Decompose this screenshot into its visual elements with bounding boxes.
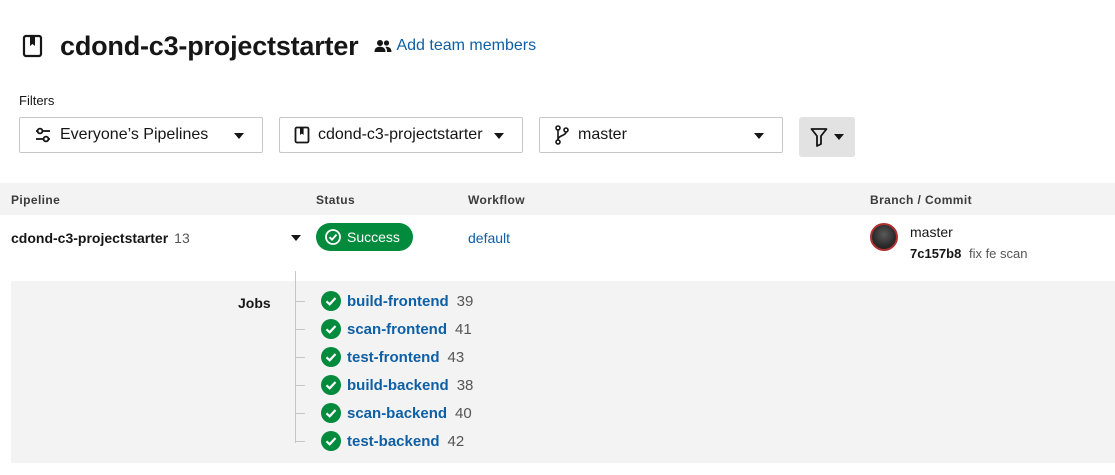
job-item: build-backend 38	[295, 374, 473, 396]
status-badge[interactable]: Success	[316, 223, 413, 251]
pipeline-number: 13	[174, 230, 190, 246]
branch-filter-value: master	[578, 126, 627, 143]
pipelines-filter-value: Everyone’s Pipelines	[60, 126, 209, 143]
column-header-workflow: Workflow	[468, 193, 525, 207]
chevron-down-icon	[754, 133, 764, 139]
chevron-down-icon	[234, 133, 244, 139]
project-icon	[22, 34, 44, 58]
job-number: 42	[447, 432, 465, 450]
check-circle-icon	[321, 403, 341, 423]
check-circle-icon	[321, 347, 341, 367]
tree-connector	[295, 356, 305, 358]
tree-connector	[295, 384, 305, 386]
project-icon	[294, 126, 310, 144]
people-icon	[374, 40, 392, 52]
page-header: cdond-c3-projectstarter Add team members	[22, 28, 536, 64]
job-item: test-backend 42	[295, 430, 464, 452]
job-item: build-frontend 39	[295, 290, 473, 312]
add-team-members-label: Add team members	[396, 37, 537, 54]
tree-connector	[295, 300, 305, 302]
job-name-link[interactable]: build-backend	[347, 377, 449, 394]
job-name-link[interactable]: scan-backend	[347, 405, 447, 422]
tree-connector	[295, 412, 305, 414]
pipeline-name-text: cdond-c3-projectstarter	[11, 230, 169, 246]
tree-connector	[295, 328, 305, 330]
add-team-members-link[interactable]: Add team members	[374, 37, 536, 55]
project-filter-value: cdond-c3-projectstarter	[318, 126, 483, 143]
pipelines-filter-dropdown[interactable]: Everyone’s Pipelines	[19, 117, 263, 153]
commit-hash[interactable]: 7c157b8	[910, 246, 961, 261]
job-number: 38	[456, 376, 474, 394]
job-number: 40	[455, 404, 472, 422]
page-title: cdond-c3-projectstarter	[60, 30, 359, 61]
job-name-link[interactable]: test-frontend	[347, 349, 440, 366]
commit-info: 7c157b8 fix fe scan	[910, 246, 1027, 261]
table-header: Pipeline Status Workflow Branch / Commit	[0, 183, 1115, 215]
job-name-link[interactable]: test-backend	[347, 433, 440, 450]
workflow-link[interactable]: default	[468, 230, 510, 246]
pipeline-row: cdond-c3-projectstarter 13 Success defaul…	[0, 215, 1115, 281]
job-item: test-frontend 43	[295, 346, 464, 368]
jobs-panel: Jobs build-frontend 39 scan-frontend 41 test…	[11, 271, 1115, 463]
branch-filter-dropdown[interactable]: master	[539, 117, 783, 153]
check-circle-icon	[321, 375, 341, 395]
branch-icon	[554, 125, 570, 145]
branch-name: master	[910, 224, 953, 240]
commit-message: fix fe scan	[968, 246, 1028, 261]
tree-connector	[295, 440, 305, 442]
project-filter-dropdown[interactable]: cdond-c3-projectstarter	[279, 117, 523, 153]
settings-sliders-icon	[34, 126, 52, 144]
job-name-link[interactable]: build-frontend	[347, 293, 449, 310]
advanced-filter-button[interactable]	[799, 117, 855, 157]
job-number: 43	[447, 348, 465, 366]
column-header-branch-commit: Branch / Commit	[870, 193, 973, 207]
job-item: scan-frontend 41	[295, 318, 472, 340]
check-circle-icon	[325, 229, 341, 245]
pipeline-name[interactable]: cdond-c3-projectstarter 13	[11, 230, 190, 246]
job-number: 41	[455, 320, 472, 338]
status-text: Success	[347, 229, 400, 245]
funnel-icon	[810, 128, 828, 147]
chevron-down-icon	[494, 133, 504, 139]
job-name-link[interactable]: scan-frontend	[347, 321, 447, 338]
job-number: 39	[456, 292, 474, 310]
jobs-label: Jobs	[238, 295, 271, 311]
column-header-status: Status	[316, 193, 356, 207]
check-circle-icon	[321, 291, 341, 311]
job-item: scan-backend 40	[295, 402, 472, 424]
column-header-pipeline: Pipeline	[11, 193, 61, 207]
avatar	[870, 223, 898, 251]
expand-chevron-icon[interactable]	[291, 235, 301, 241]
check-circle-icon	[321, 431, 341, 451]
chevron-down-icon	[834, 134, 844, 140]
check-circle-icon	[321, 319, 341, 339]
filters-label: Filters	[19, 93, 55, 108]
